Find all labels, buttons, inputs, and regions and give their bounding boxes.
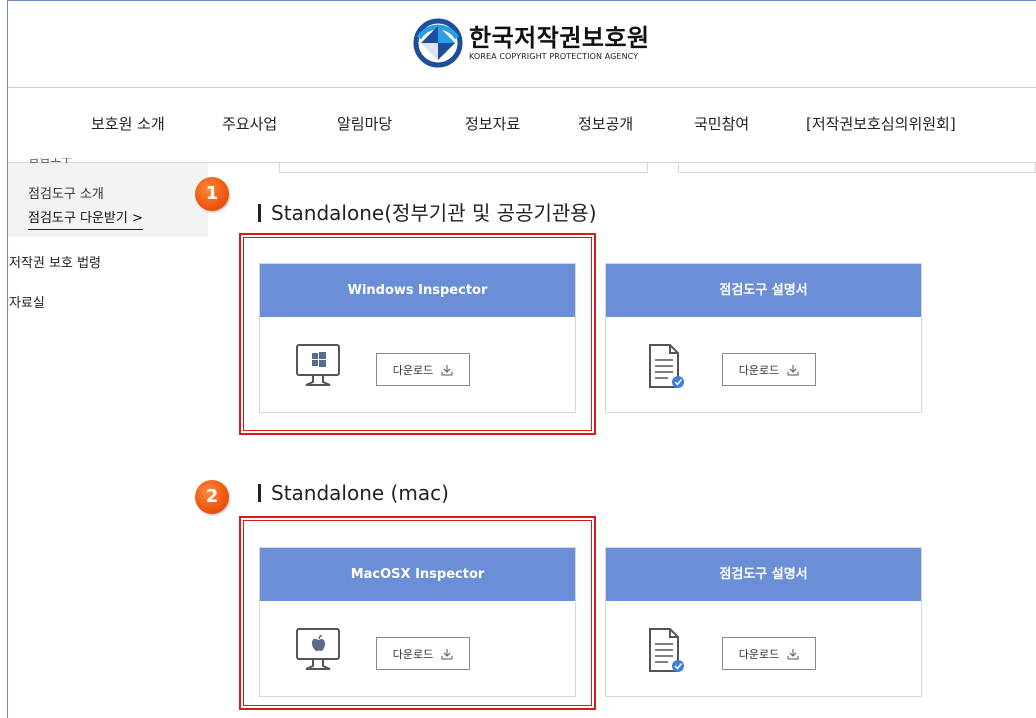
download-card: Windows Inspector 다운로드 bbox=[259, 263, 576, 413]
download-button-label: 다운로드 bbox=[392, 647, 434, 661]
nav-item-committee[interactable]: [저작권보호심의위원회] bbox=[806, 113, 956, 134]
header-divider bbox=[8, 87, 1036, 88]
main-nav: 보호원 소개 주요사업 알림마당 정보자료 정보공개 국민참여 [저작권보호심의… bbox=[0, 113, 1036, 137]
nav-item-about[interactable]: 보호원 소개 bbox=[91, 113, 165, 134]
title-bar bbox=[258, 204, 261, 222]
download-button[interactable]: 다운로드 bbox=[722, 353, 816, 386]
nav-item-info[interactable]: 정보자료 bbox=[465, 113, 520, 134]
download-button-label: 다운로드 bbox=[738, 647, 780, 661]
nav-item-business[interactable]: 주요사업 bbox=[222, 113, 277, 134]
card-title: MacOSX Inspector bbox=[260, 548, 575, 601]
section-title: Standalone(정부기관 및 공공기관용) bbox=[258, 197, 597, 226]
document-check-icon bbox=[649, 628, 684, 672]
windows-monitor-icon bbox=[296, 344, 340, 386]
document-check-icon bbox=[649, 344, 684, 388]
download-card: 점검도구 설명서 다운로드 bbox=[605, 547, 922, 697]
download-button[interactable]: 다운로드 bbox=[376, 637, 470, 670]
download-icon bbox=[787, 648, 799, 659]
download-card: 점검도구 설명서 다운로드 bbox=[605, 263, 922, 413]
download-icon bbox=[441, 364, 453, 375]
sidebar-item-tool-intro[interactable]: 점검도구 소개 bbox=[28, 183, 104, 202]
sidebar-item-law[interactable]: 저작권 보호 법령 bbox=[9, 252, 101, 271]
logo-subtitle: KOREA COPYRIGHT PROTECTION AGENCY bbox=[469, 52, 639, 61]
nav-item-participation[interactable]: 국민참여 bbox=[694, 113, 749, 134]
download-icon bbox=[787, 364, 799, 375]
download-button[interactable]: 다운로드 bbox=[722, 637, 816, 670]
sidebar-item-tool-download[interactable]: 점검도구 다운받기 > bbox=[28, 207, 143, 230]
section-title-text: Standalone(정부기관 및 공공기관용) bbox=[271, 201, 597, 225]
clipped-panel bbox=[678, 163, 1036, 173]
download-icon bbox=[441, 648, 453, 659]
step-badge: 1 bbox=[195, 177, 229, 211]
section-title-text: Standalone (mac) bbox=[271, 481, 449, 505]
section-title: Standalone (mac) bbox=[258, 481, 449, 505]
nav-item-disclosure[interactable]: 정보공개 bbox=[578, 113, 633, 134]
download-button-label: 다운로드 bbox=[738, 363, 780, 377]
logo-emblem-icon bbox=[413, 18, 463, 68]
logo-title: 한국저작권보호원 bbox=[469, 24, 650, 52]
sidebar-item-archive[interactable]: 자료실 bbox=[9, 292, 45, 311]
clipped-panel bbox=[279, 163, 648, 173]
card-title: 점검도구 설명서 bbox=[606, 548, 921, 601]
site-logo[interactable]: 한국저작권보호원 KOREA COPYRIGHT PROTECTION AGEN… bbox=[413, 18, 650, 68]
nav-item-notice[interactable]: 알림마당 bbox=[337, 113, 392, 134]
sidebar-clipped-item: 점검도구 bbox=[28, 158, 72, 164]
card-title: 점검도구 설명서 bbox=[606, 264, 921, 317]
title-bar bbox=[258, 484, 261, 502]
download-button[interactable]: 다운로드 bbox=[376, 353, 470, 386]
apple-monitor-icon bbox=[296, 628, 340, 670]
download-card: MacOSX Inspector 다운로드 bbox=[259, 547, 576, 697]
step-badge: 2 bbox=[195, 480, 229, 514]
card-title: Windows Inspector bbox=[260, 264, 575, 317]
download-button-label: 다운로드 bbox=[392, 363, 434, 377]
